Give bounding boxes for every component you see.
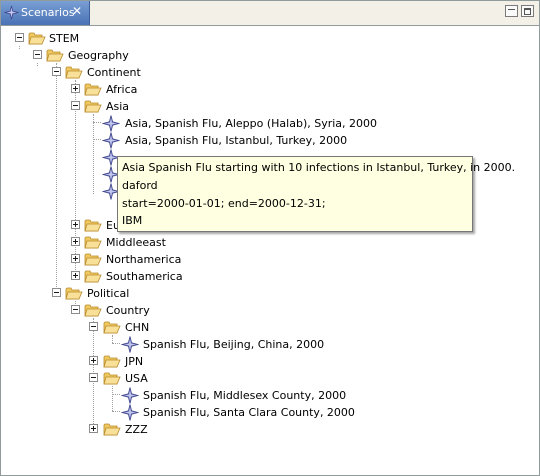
tree-node-scenario[interactable]: Asia, Spanish Flu, Aleppo (Halab), Syria… [1, 115, 401, 132]
tree-node-label: Continent [87, 66, 141, 79]
tree-node-northamerica[interactable]: Northamerica [1, 251, 301, 268]
tree-node-africa[interactable]: Africa [1, 81, 301, 98]
folder-open-icon [65, 286, 83, 300]
tree-node-continent[interactable]: Continent [1, 64, 301, 81]
tree-node-label: Spanish Flu, Santa Clara County, 2000 [143, 406, 355, 419]
tree-node-middleeast[interactable]: Middleeast [1, 234, 301, 251]
view-tab-bar: Scenarios ✕ [1, 1, 539, 26]
tree-node-label: Asia, Spanish Flu, Aleppo (Halab), Syria… [125, 117, 378, 130]
collapse-icon[interactable] [89, 322, 98, 331]
expand-icon[interactable] [71, 271, 80, 280]
tree-node-label: Asia [106, 100, 130, 113]
scenario-star-icon [102, 115, 120, 132]
tree-node-label: USA [125, 372, 148, 385]
tree-node-label: Spanish Flu, Middlesex County, 2000 [143, 389, 347, 402]
tree-node-europe[interactable]: Eu [1, 217, 121, 234]
folder-open-icon [65, 65, 83, 79]
scenarios-view: Scenarios ✕ STEM Geography Continent Afr… [0, 0, 540, 476]
tree-node-label: JPN [125, 355, 144, 368]
collapse-icon[interactable] [71, 101, 80, 110]
tree-node-scenario[interactable] [1, 183, 121, 200]
tree-node-scenario[interactable]: Spanish Flu, Middlesex County, 2000 [1, 387, 401, 404]
tree-node-label: Spanish Flu, Beijing, China, 2000 [143, 338, 325, 351]
scenario-star-icon [102, 132, 120, 149]
tooltip-description: Asia Spanish Flu starting with 10 infect… [122, 161, 516, 174]
folder-open-icon [28, 31, 46, 45]
tree-node-label: Geography [68, 49, 129, 62]
tree-node-label: Political [87, 287, 130, 300]
collapse-icon[interactable] [71, 305, 80, 314]
tree-node-label: CHN [125, 321, 150, 334]
folder-open-icon [103, 354, 121, 368]
scenario-tooltip: Asia Spanish Flu starting with 10 infect… [117, 156, 515, 232]
tree-node-country[interactable]: Country [1, 302, 301, 319]
tooltip-rights: IBM [122, 214, 143, 227]
tooltip-valid-dates: start=2000-01-01; end=2000-12-31; [122, 197, 326, 210]
collapse-icon[interactable] [52, 288, 61, 297]
tree-node-label: Middleeast [106, 236, 166, 249]
tree-node-scenario[interactable]: Asia, Spanish Flu, Istanbul, Turkey, 200… [1, 132, 401, 149]
tree-node-scenario[interactable] [1, 166, 121, 183]
expand-icon[interactable] [89, 356, 98, 365]
folder-open-icon [46, 48, 64, 62]
collapse-icon[interactable] [89, 373, 98, 382]
scenarios-tab[interactable]: Scenarios ✕ [1, 1, 90, 25]
folder-open-icon [84, 82, 102, 96]
tree-node-scenario[interactable] [1, 149, 121, 166]
tree-node-label: Northamerica [106, 253, 182, 266]
collapse-icon[interactable] [52, 67, 61, 76]
tree-node-label: STEM [49, 32, 80, 45]
tree-node-label: Asia, Spanish Flu, Istanbul, Turkey, 200… [125, 134, 348, 147]
folder-open-icon [103, 320, 121, 334]
folder-open-icon [84, 235, 102, 249]
tree-node-stem[interactable]: STEM [1, 30, 301, 47]
expand-icon[interactable] [71, 254, 80, 263]
tree-node-political[interactable]: Political [1, 285, 301, 302]
maximize-icon[interactable] [521, 5, 534, 17]
folder-open-icon [84, 303, 102, 317]
scenario-star-icon [121, 336, 139, 353]
tree-node-usa[interactable]: USA [1, 370, 301, 387]
tooltip-creator: daford [122, 179, 158, 192]
scenarios-tree: STEM Geography Continent Africa Asia Asi… [1, 26, 539, 475]
expand-icon[interactable] [89, 424, 98, 433]
tab-title: Scenarios [21, 6, 75, 19]
folder-open-icon [84, 218, 102, 232]
minimize-icon[interactable] [505, 5, 518, 17]
folder-open-icon [103, 422, 121, 436]
folder-open-icon [84, 269, 102, 283]
collapse-icon[interactable] [15, 33, 24, 42]
expand-icon[interactable] [71, 84, 80, 93]
tree-node-scenario[interactable]: Spanish Flu, Beijing, China, 2000 [1, 336, 401, 353]
tree-node-scenario[interactable]: Spanish Flu, Santa Clara County, 2000 [1, 404, 401, 421]
scenario-star-icon [4, 5, 19, 20]
collapse-icon[interactable] [33, 50, 42, 59]
tree-node-label: Southamerica [106, 270, 183, 283]
tree-node-asia[interactable]: Asia [1, 98, 301, 115]
scenario-star-icon [121, 387, 139, 404]
scenario-star-icon [121, 404, 139, 421]
tree-node-label: Country [106, 304, 150, 317]
tree-node-label: Africa [106, 83, 138, 96]
close-icon[interactable]: ✕ [72, 4, 82, 18]
tree-node-label: ZZZ [125, 423, 148, 436]
tree-node-jpn[interactable]: JPN [1, 353, 301, 370]
tree-node-southamerica[interactable]: Southamerica [1, 268, 301, 285]
expand-icon[interactable] [71, 237, 80, 246]
tree-node-zzz[interactable]: ZZZ [1, 421, 301, 438]
expand-icon[interactable] [71, 220, 80, 229]
tree-node-geography[interactable]: Geography [1, 47, 301, 64]
folder-open-icon [84, 99, 102, 113]
folder-open-icon [84, 252, 102, 266]
folder-open-icon [103, 371, 121, 385]
tree-node-chn[interactable]: CHN [1, 319, 301, 336]
